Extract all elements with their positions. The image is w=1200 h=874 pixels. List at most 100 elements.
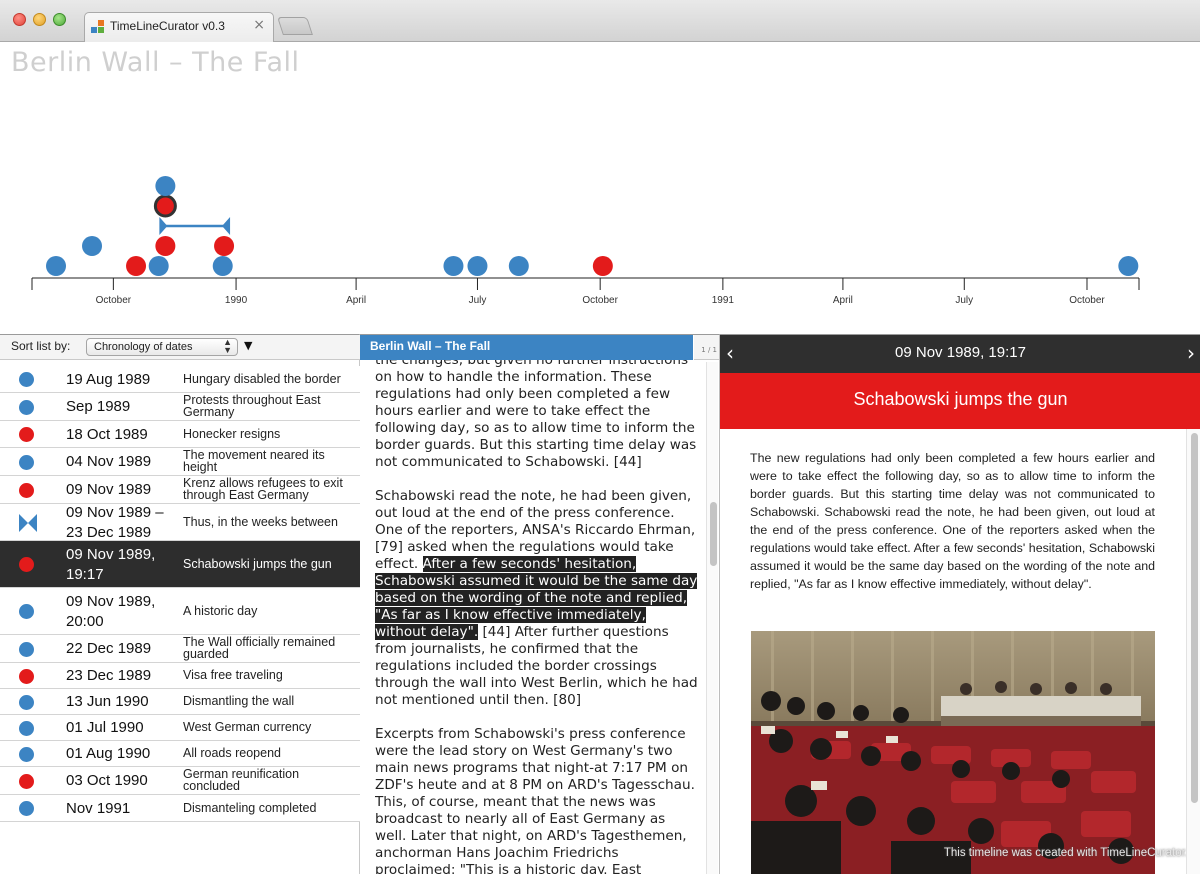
event-date: 01 Jul 1990 xyxy=(66,719,144,736)
timeline-chart[interactable]: October 1990 April July October 1991 April July… xyxy=(0,42,1200,334)
event-list-row[interactable]: 01 Jul 1990 West German currency xyxy=(0,715,360,741)
document-scrollbar[interactable] xyxy=(706,362,718,874)
event-category-dot xyxy=(19,604,34,619)
timeline-event[interactable] xyxy=(508,256,529,276)
event-list-row[interactable]: 22 Dec 1989 The Wall officially remained … xyxy=(0,635,360,663)
sort-label: Sort list by: xyxy=(11,339,71,353)
event-date: 01 Aug 1990 xyxy=(66,745,151,762)
document-paragraph: Excerpts from Schabowski's press confere… xyxy=(375,726,695,874)
event-title: West German currency xyxy=(183,720,312,734)
timeline-event[interactable] xyxy=(212,256,233,276)
next-event-button[interactable]: › xyxy=(1187,341,1195,365)
browser-titlebar: TimeLineCurator v0.3 × xyxy=(0,0,1200,42)
event-date: Sep 1989 xyxy=(66,398,131,415)
timeline-event[interactable] xyxy=(467,256,488,276)
document-page-count: 1 / 1 xyxy=(701,346,717,354)
timeline-tick-label: 1991 xyxy=(712,295,735,306)
event-title: Protests throughout East Germany xyxy=(183,393,321,419)
timeline-tick-label: October xyxy=(1069,295,1105,306)
document-paragraph: Schabowski read the note, he had been gi… xyxy=(375,488,698,708)
timeline-tick-label: July xyxy=(955,295,973,306)
event-list-row[interactable]: Nov 1991 Dismanteling completed xyxy=(0,795,360,822)
app-logo-icon xyxy=(91,20,105,34)
timeline-event[interactable] xyxy=(148,256,169,276)
event-list-row[interactable]: 09 Nov 1989, 20:00 A historic day xyxy=(0,588,360,635)
document-text[interactable]: the changes, but given no further instru… xyxy=(375,360,700,874)
browser-tab[interactable]: TimeLineCurator v0.3 × xyxy=(84,12,274,42)
timeline-credit: This timeline was created with TimeLineC… xyxy=(943,847,1188,859)
event-date: Nov 1991 xyxy=(66,799,131,817)
timeline-view: Berlin Wall – The Fall October 1990 April J… xyxy=(0,42,1200,334)
new-tab-button[interactable] xyxy=(277,17,313,35)
event-category-dot xyxy=(19,427,34,442)
event-category-dot xyxy=(19,773,34,789)
timeline-tick-label: 1990 xyxy=(225,295,248,306)
window-zoom-button[interactable] xyxy=(53,13,66,26)
tab-close-icon[interactable]: × xyxy=(253,17,265,33)
timeline-tick-label: October xyxy=(96,295,132,306)
detail-title: Schabowski jumps the gun xyxy=(853,389,1068,409)
tab-title: TimeLineCurator v0.3 xyxy=(110,19,225,33)
event-category-dot xyxy=(19,372,34,387)
event-date: 09 Nov 1989, 19:17 xyxy=(66,545,156,583)
timeline-event[interactable] xyxy=(82,236,103,256)
window-close-button[interactable] xyxy=(13,13,26,26)
event-list-row[interactable]: 18 Oct 1989 Honecker resigns xyxy=(0,421,360,448)
sort-select[interactable]: Chronology of dates ▲ ▼ xyxy=(86,338,238,356)
timeline-event[interactable] xyxy=(443,256,464,276)
event-title: German reunification concluded xyxy=(183,767,300,793)
event-title: The Wall officially remained guarded xyxy=(183,635,336,661)
timeline-tick-label: April xyxy=(833,295,853,306)
event-title: Schabowski jumps the gun xyxy=(183,556,332,571)
event-date: 09 Nov 1989 xyxy=(66,481,152,498)
event-category-dot xyxy=(19,720,34,736)
event-category-dot xyxy=(19,746,34,762)
event-title: The movement neared its height xyxy=(183,448,325,474)
event-category-dot xyxy=(19,641,34,657)
document-scroll-thumb[interactable] xyxy=(710,502,717,566)
event-category-dot xyxy=(19,482,34,498)
event-date: 09 Nov 1989, 20:00 xyxy=(66,592,156,630)
detail-scrollbar[interactable] xyxy=(1186,429,1200,874)
event-date: 03 Oct 1990 xyxy=(66,772,148,789)
timeline-event[interactable] xyxy=(155,176,176,196)
event-date: 22 Dec 1989 xyxy=(66,640,152,657)
event-list-row[interactable]: 09 Nov 1989, 19:17 Schabowski jumps the gu… xyxy=(0,541,360,588)
timeline-event[interactable] xyxy=(155,236,176,256)
event-list-row[interactable]: 03 Oct 1990 German reunification conclude… xyxy=(0,767,360,795)
detail-description: The new regulations had only been comple… xyxy=(750,451,1155,591)
event-list-row[interactable]: 13 Jun 1990 Dismantling the wall xyxy=(0,689,360,715)
range-event-icon xyxy=(19,513,37,532)
timeline-event[interactable] xyxy=(126,256,147,276)
event-list-row[interactable]: 09 Nov 1989 –23 Dec 1989 Thus, in the wee… xyxy=(0,504,360,541)
range-start-marker xyxy=(159,217,168,235)
timeline-event[interactable] xyxy=(1118,256,1139,276)
window-minimize-button[interactable] xyxy=(33,13,46,26)
event-date: 13 Jun 1990 xyxy=(66,693,149,710)
event-category-dot xyxy=(19,668,34,684)
event-title: Visa free traveling xyxy=(183,668,283,682)
event-category-dot xyxy=(19,801,34,816)
event-list-row[interactable]: 19 Aug 1989 Hungary disabled the border xyxy=(0,366,360,393)
detail-header: ‹ 09 Nov 1989, 19:17 › xyxy=(720,335,1200,373)
sort-select-value: Chronology of dates xyxy=(94,341,193,353)
timeline-event[interactable] xyxy=(592,256,613,276)
sort-direction-toggle[interactable]: ▼ xyxy=(244,339,252,352)
timeline-event[interactable] xyxy=(46,256,67,276)
event-list-row[interactable]: 23 Dec 1989 Visa free traveling xyxy=(0,663,360,689)
event-title: Honecker resigns xyxy=(183,426,281,441)
timeline-event-selected[interactable] xyxy=(153,194,177,218)
detail-date: 09 Nov 1989, 19:17 xyxy=(895,344,1026,361)
event-title: Hungary disabled the border xyxy=(183,371,341,386)
range-end-marker xyxy=(222,217,231,235)
event-list-row[interactable]: 04 Nov 1989 The movement neared its heigh… xyxy=(0,448,360,476)
document-header: Berlin Wall – The Fall xyxy=(360,335,693,360)
timeline-event[interactable] xyxy=(214,236,235,256)
source-document-panel: Berlin Wall – The Fall 1 / 1 the changes… xyxy=(360,334,720,874)
event-title: Dismantling the wall xyxy=(183,694,295,708)
event-list-row[interactable]: 01 Aug 1990 All roads reopend xyxy=(0,741,360,767)
event-list-row[interactable]: 09 Nov 1989 Krenz allows refugees to exit… xyxy=(0,476,360,504)
timeline-tick-label: April xyxy=(346,295,366,306)
event-list-row[interactable]: Sep 1989 Protests throughout East Germany xyxy=(0,393,360,421)
detail-scroll-thumb[interactable] xyxy=(1191,433,1198,803)
